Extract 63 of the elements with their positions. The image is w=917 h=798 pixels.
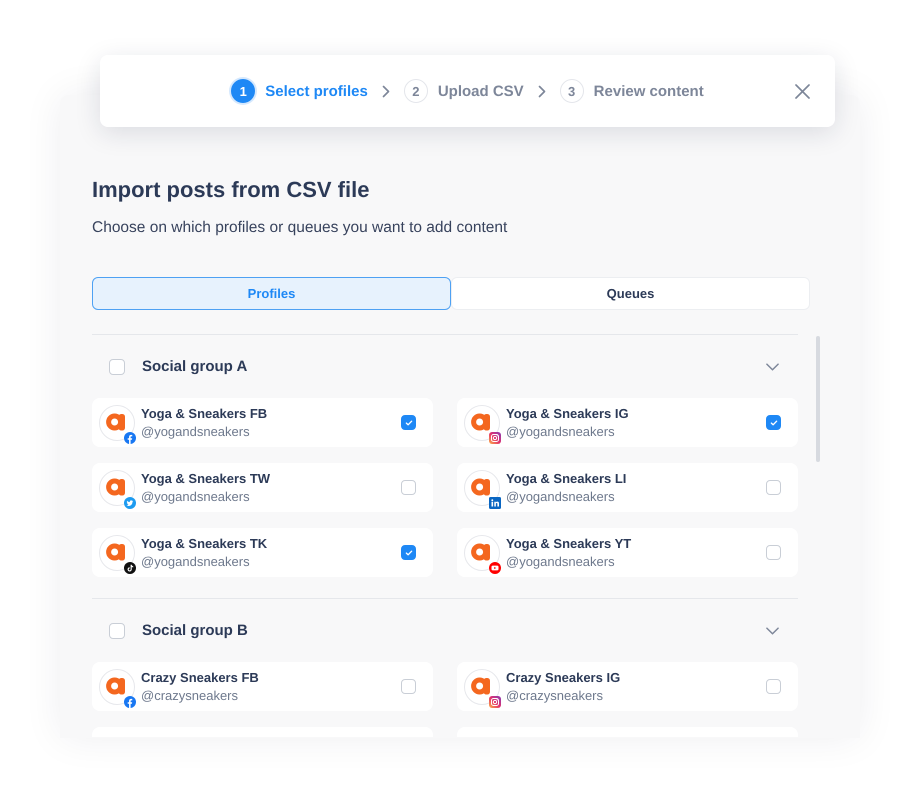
avatar-icon: [464, 470, 500, 506]
linkedin-icon: [489, 496, 501, 508]
step-number: 1: [231, 79, 256, 103]
instagram-icon: [489, 432, 501, 444]
profile-name: Yoga & Sneakers TW: [141, 470, 270, 488]
chevron-down-icon[interactable]: [766, 362, 779, 370]
avatar-icon: [99, 404, 135, 440]
instagram-icon: [489, 696, 501, 708]
profile-name: Yoga & Sneakers IG: [506, 404, 629, 422]
checkbox[interactable]: [401, 679, 416, 694]
profile-name: Yoga & Sneakers LI: [506, 470, 626, 488]
checkbox[interactable]: [766, 480, 781, 495]
chevron-right-icon: [538, 84, 546, 98]
group-label: Social group B: [142, 622, 248, 639]
close-button[interactable]: [795, 84, 810, 98]
facebook-icon: [124, 696, 136, 708]
profile-handle: @yogandsneakers: [141, 488, 250, 506]
profile-handle: @crazysneakers: [141, 686, 238, 704]
avatar-icon: [99, 470, 135, 506]
checkmark-icon: [404, 550, 412, 556]
profile-handle: @crazysneakers: [506, 686, 604, 704]
avatar-icon: [464, 668, 500, 704]
profile-handle: @yogandsneakers: [506, 422, 615, 440]
tab[interactable]: Queues: [451, 277, 810, 310]
facebook-icon: [124, 432, 136, 444]
step-number: 3: [560, 79, 584, 103]
tiktok-icon: [124, 562, 136, 574]
avatar-icon: [464, 404, 500, 440]
avatar-icon: [99, 668, 135, 704]
checkbox[interactable]: [766, 545, 781, 560]
profile-name: Yoga & Sneakers TK: [141, 534, 268, 552]
dialog-title: Import posts from CSV file: [92, 177, 370, 203]
checkmark-icon: [770, 420, 778, 426]
step-number: 2: [404, 79, 428, 103]
checkbox[interactable]: [401, 480, 416, 495]
checkbox[interactable]: [401, 545, 416, 560]
step-label: Upload CSV: [438, 82, 524, 100]
profile-handle: @yogandsneakers: [141, 422, 250, 440]
profile-handle: @yogandsneakers: [506, 488, 615, 506]
avatar-icon: [464, 534, 500, 570]
profile-name: Crazy Sneakers FB: [141, 668, 259, 686]
youtube-icon: [489, 562, 501, 574]
step-label: Review content: [594, 82, 704, 100]
chevron-right-icon: [382, 84, 390, 98]
profile-name: Yoga & Sneakers YT: [506, 534, 632, 552]
checkbox[interactable]: [766, 679, 781, 694]
profile-name: Crazy Sneakers IG: [506, 668, 620, 686]
avatar-icon: [99, 534, 135, 570]
checkbox[interactable]: [401, 415, 416, 430]
scrollbar-thumb[interactable]: [816, 336, 820, 462]
profile-name: Yoga & Sneakers FB: [141, 404, 268, 422]
chevron-down-icon[interactable]: [766, 626, 779, 634]
checkmark-icon: [404, 420, 412, 426]
checkbox[interactable]: [766, 415, 781, 430]
profile-handle: @yogandsneakers: [506, 552, 615, 570]
checkbox[interactable]: [109, 622, 125, 638]
group-label: Social group A: [142, 358, 248, 375]
step-label: Select profiles: [265, 82, 368, 100]
profile-handle: @yogandsneakers: [141, 552, 250, 570]
dialog-subtitle: Choose on which profiles or queues you want to add content: [92, 218, 508, 238]
checkbox[interactable]: [109, 358, 125, 374]
close-icon: [795, 84, 810, 98]
twitter-bird-icon: [124, 496, 136, 508]
